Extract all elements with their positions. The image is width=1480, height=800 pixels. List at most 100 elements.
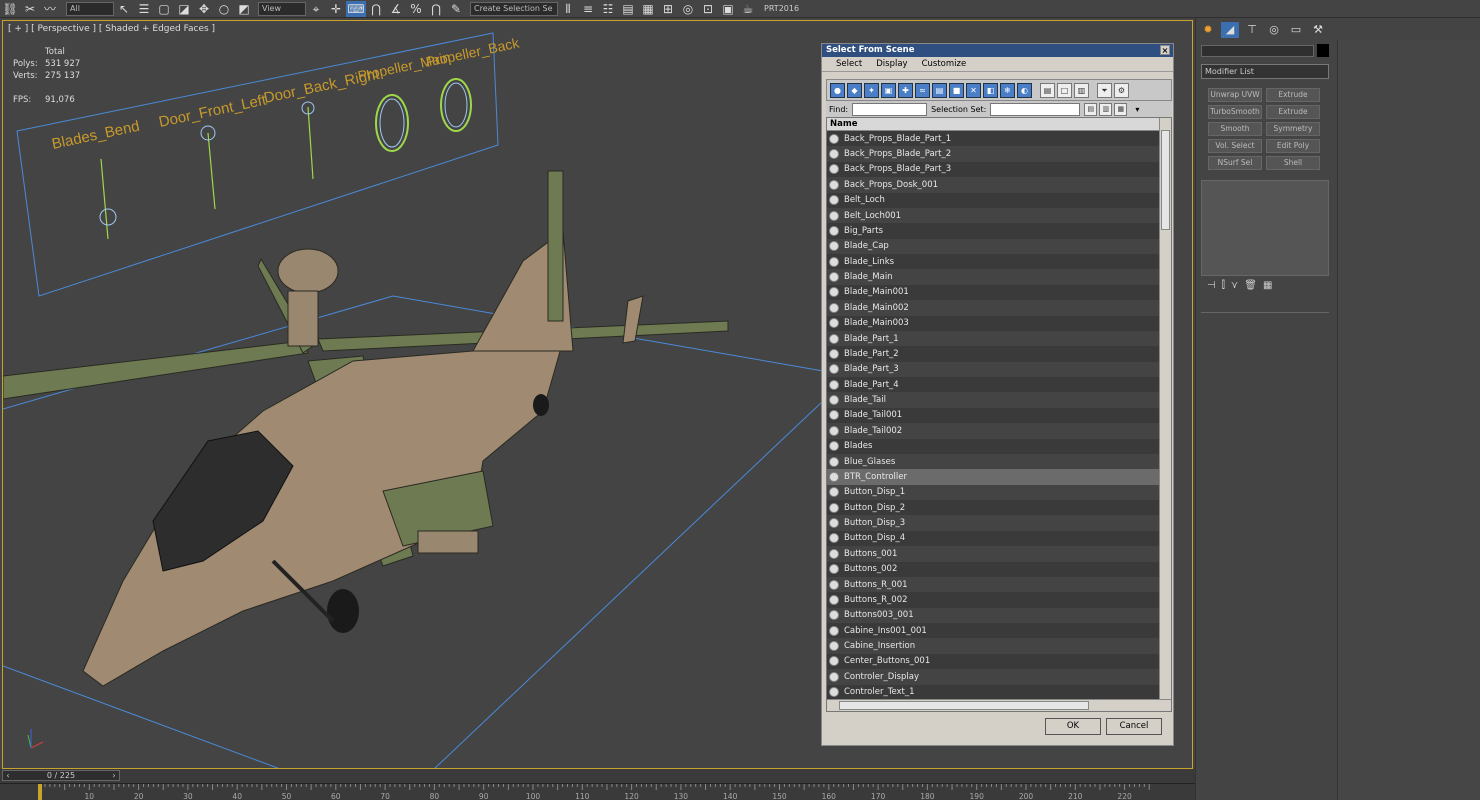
display-none-icon[interactable]: □ (1057, 82, 1072, 98)
pin-stack-icon[interactable]: ⊣ (1207, 280, 1216, 296)
list-item[interactable]: Blade_Cap (827, 238, 1160, 254)
list-item[interactable]: Cabine_Ins001_001 (827, 623, 1160, 639)
list-item[interactable]: Blade_Main (827, 269, 1160, 285)
add-selection-set-icon[interactable]: ▥ (1099, 102, 1113, 116)
turbosmooth-button[interactable]: TurboSmooth (1208, 105, 1262, 119)
percent-snap-icon[interactable]: % (406, 1, 426, 17)
list-item[interactable]: Blade_Part_2 (827, 346, 1160, 362)
list-item[interactable]: Button_Disp_3 (827, 515, 1160, 531)
modifier-stack[interactable] (1201, 180, 1329, 276)
scroll-thumb[interactable] (1161, 130, 1170, 230)
edit-selection-set-icon[interactable]: ▤ (1084, 102, 1098, 116)
reference-coord-combo[interactable]: View (258, 1, 306, 16)
utilities-tab-icon[interactable]: ⚒ (1309, 22, 1327, 38)
list-item[interactable]: Blade_Tail002 (827, 423, 1160, 439)
mirror-icon[interactable]: ⫴ (558, 1, 578, 17)
rect-selection-icon[interactable]: ▢ (154, 1, 174, 17)
list-item[interactable]: Button_Disp_1 (827, 484, 1160, 500)
list-item[interactable]: Back_Props_Blade_Part_2 (827, 146, 1160, 162)
shell-button[interactable]: Shell (1266, 156, 1320, 170)
menu-display[interactable]: Display (876, 59, 907, 69)
list-item[interactable]: Back_Props_Blade_Part_3 (827, 161, 1160, 178)
curve-editor-icon[interactable]: ▦ (638, 1, 658, 17)
extrude-button[interactable]: Extrude (1266, 88, 1320, 102)
display-shapes-icon[interactable]: ◆ (847, 82, 862, 98)
render-setup-icon[interactable]: ⊡ (698, 1, 718, 17)
controller-knob[interactable] (99, 208, 117, 226)
scene-object-list[interactable]: Name Back_Props_Blade_Part_1 Back_Props_B… (826, 117, 1172, 712)
graphite-icon[interactable]: ▤ (618, 1, 638, 17)
unwrap-uvw-button[interactable]: Unwrap UVW (1208, 88, 1262, 102)
spinner-snap-icon[interactable]: ⋂ (426, 1, 446, 17)
list-item[interactable]: Controler_Display (827, 669, 1160, 685)
next-frame-icon[interactable]: › (110, 771, 118, 780)
list-item[interactable]: Back_Props_Dosk_001 (827, 177, 1160, 193)
pivot-icon[interactable]: ⌖ (306, 1, 326, 17)
list-item[interactable]: Blade_Links (827, 254, 1160, 270)
list-item[interactable]: Blades (827, 438, 1160, 454)
list-item[interactable]: Cabine_Insertion (827, 638, 1160, 654)
angle-snap-icon[interactable]: ∡ (386, 1, 406, 17)
vertical-scrollbar[interactable] (1159, 118, 1171, 700)
find-input[interactable] (852, 102, 928, 116)
list-item[interactable]: Blade_Part_3 (827, 361, 1160, 377)
render-frame-icon[interactable]: ▣ (718, 1, 738, 17)
create-tab-icon[interactable]: ✹ (1199, 22, 1217, 38)
time-slider[interactable]: ‹ 0 / 225 › (2, 770, 120, 781)
list-item[interactable]: Back_Props_Blade_Part_1 (827, 131, 1160, 147)
modifier-list-dropdown[interactable]: Modifier List (1201, 64, 1329, 79)
list-item[interactable]: Blade_Main002 (827, 300, 1160, 316)
display-groups-icon[interactable]: ▤ (932, 82, 947, 98)
helicopter-model[interactable] (3, 170, 729, 687)
rotate-icon[interactable]: ○ (214, 1, 234, 17)
list-item[interactable]: Buttons_R_002 (827, 592, 1160, 608)
list-item[interactable]: Buttons003_001 (827, 607, 1160, 623)
list-item[interactable]: Button_Disp_4 (827, 530, 1160, 547)
ok-button[interactable]: OK (1045, 718, 1101, 735)
display-geometry-icon[interactable]: ● (830, 82, 845, 98)
menu-select[interactable]: Select (836, 59, 862, 69)
keyboard-shortcut-icon[interactable]: ⌨ (346, 0, 366, 17)
dialog-titlebar[interactable]: Select From Scene × (822, 44, 1173, 57)
selection-set-combo[interactable] (990, 102, 1081, 116)
remove-modifier-icon[interactable]: 🗑 (1244, 280, 1257, 296)
link-icon[interactable]: ⛓ (0, 1, 20, 17)
modify-tab-icon[interactable]: ◢ (1221, 22, 1239, 38)
list-item[interactable]: Controler_Text_1 (827, 684, 1160, 700)
display-hidden-icon[interactable]: ◐ (1017, 82, 1032, 98)
object-name-field[interactable] (1201, 45, 1314, 57)
unlink-icon[interactable]: ✂ (20, 1, 40, 17)
scroll-thumb[interactable] (839, 701, 1089, 710)
make-unique-icon[interactable]: ⋎ (1231, 280, 1238, 296)
nsurf-sel-button[interactable]: NSurf Sel (1208, 156, 1262, 170)
motion-tab-icon[interactable]: ◎ (1265, 22, 1283, 38)
edit-named-sel-icon[interactable]: ✎ (446, 1, 466, 17)
chevron-down-icon[interactable]: ▾ (1135, 105, 1139, 114)
list-item[interactable]: Button_Disp_2 (827, 500, 1160, 516)
named-selection-combo[interactable]: Create Selection Se (470, 1, 558, 16)
controller-panel[interactable] (16, 32, 499, 297)
list-item[interactable]: Blue_Glases (827, 453, 1160, 470)
filter-icon[interactable]: ⏷ (1097, 82, 1112, 98)
list-item[interactable]: Belt_Loch (827, 192, 1160, 208)
display-all-icon[interactable]: ▤ (1040, 82, 1055, 98)
select-object-icon[interactable]: ↖ (114, 1, 134, 17)
display-helpers-icon[interactable]: ✚ (898, 82, 913, 98)
list-item[interactable]: Belt_Loch001 (827, 207, 1160, 224)
schematic-icon[interactable]: ⊞ (658, 1, 678, 17)
vol-select-button[interactable]: Vol. Select (1208, 139, 1262, 153)
cancel-button[interactable]: Cancel (1106, 718, 1162, 735)
menu-customize[interactable]: Customize (922, 59, 967, 69)
render-icon[interactable]: ☕ (738, 1, 758, 17)
list-item[interactable]: Big_Parts (827, 223, 1160, 239)
snap-toggle-icon[interactable]: ⋂ (366, 1, 386, 17)
display-bones-icon[interactable]: ✕ (966, 82, 981, 98)
edit-poly-button[interactable]: Edit Poly (1266, 139, 1320, 153)
move-icon[interactable]: ✥ (194, 1, 214, 17)
close-icon[interactable]: × (1160, 45, 1170, 55)
remove-selection-set-icon[interactable]: ▦ (1114, 102, 1128, 116)
align-icon[interactable]: ≡ (578, 1, 598, 17)
display-cameras-icon[interactable]: ▣ (881, 82, 896, 98)
horizontal-scrollbar[interactable] (827, 699, 1171, 711)
configure-sets-icon[interactable]: ▦ (1263, 280, 1272, 296)
